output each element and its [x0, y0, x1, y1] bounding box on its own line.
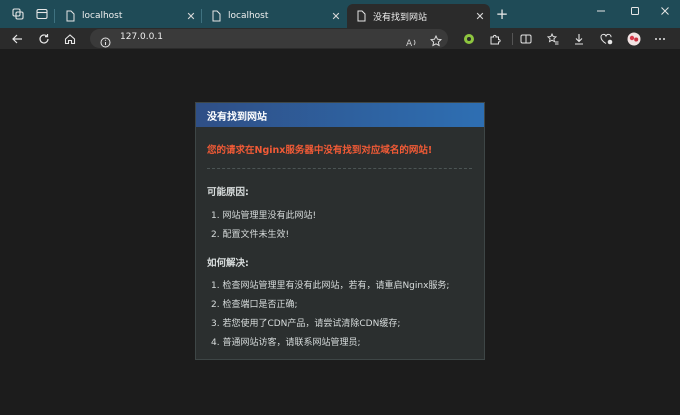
- panel-title: 没有找到网站: [196, 103, 484, 127]
- tab-title: 没有找到网站: [373, 12, 428, 23]
- svg-text:A: A: [406, 39, 413, 48]
- tab-separator: [54, 9, 55, 23]
- address-bar[interactable]: 127.0.0.1 A: [90, 29, 448, 49]
- browser-toolbar: 127.0.0.1 A: [0, 28, 680, 49]
- tab-strip: localhost ✕ localhost ✕ 没有找到网站 ✕ +: [0, 0, 680, 28]
- extension-green-icon[interactable]: [459, 29, 479, 49]
- new-tab-button[interactable]: +: [494, 6, 510, 22]
- toolbar-divider: [512, 33, 513, 45]
- tab-title: localhost: [228, 11, 269, 21]
- solution-item: 4. 普通网站访客，请联系网站管理员;: [211, 338, 361, 348]
- workspaces-icon[interactable]: [9, 5, 27, 23]
- close-window-icon[interactable]: [648, 0, 680, 22]
- solution-item: 2. 检查端口是否正确;: [211, 300, 298, 310]
- tab-localhost-1[interactable]: localhost ✕: [56, 4, 201, 28]
- minimize-icon[interactable]: [584, 0, 618, 22]
- tab-site-not-found[interactable]: 没有找到网站 ✕: [347, 4, 490, 28]
- extensions-puzzle-icon[interactable]: [485, 29, 505, 49]
- error-panel: 没有找到网站 您的请求在Nginx服务器中没有找到对应域名的网站! 可能原因: …: [195, 102, 485, 360]
- solution-item: 3. 若您使用了CDN产品，请尝试清除CDN缓存;: [211, 319, 401, 329]
- solutions-title: 如何解决:: [207, 258, 249, 269]
- home-icon[interactable]: [60, 29, 80, 49]
- url-text: 127.0.0.1: [120, 32, 163, 42]
- downloads-icon[interactable]: [569, 29, 589, 49]
- divider: [207, 168, 472, 169]
- close-tab-icon[interactable]: ✕: [181, 10, 201, 23]
- reasons-title: 可能原因:: [207, 187, 249, 198]
- solution-item: 1. 检查网站管理里有没有此网站，若有，请重启Nginx服务;: [211, 281, 450, 291]
- page-icon: [355, 10, 367, 22]
- tab-title: localhost: [82, 11, 123, 21]
- refresh-icon[interactable]: [34, 29, 54, 49]
- tab-localhost-2[interactable]: localhost ✕: [202, 4, 346, 28]
- tab-actions-icon[interactable]: [33, 5, 51, 23]
- page-icon: [64, 10, 76, 22]
- split-screen-icon[interactable]: [516, 29, 536, 49]
- close-tab-icon[interactable]: ✕: [470, 10, 490, 23]
- back-arrow-icon[interactable]: [7, 29, 27, 49]
- profile-avatar[interactable]: [624, 29, 644, 49]
- reason-item: 1. 网站管理里没有此网站!: [211, 211, 317, 221]
- maximize-icon[interactable]: [618, 0, 652, 22]
- close-tab-icon[interactable]: ✕: [326, 10, 346, 23]
- page-icon: [210, 10, 222, 22]
- reason-item: 2. 配置文件未生效!: [211, 230, 290, 240]
- favorites-icon[interactable]: [543, 29, 563, 49]
- error-message: 您的请求在Nginx服务器中没有找到对应域名的网站!: [207, 145, 433, 156]
- browser-essentials-icon[interactable]: [596, 29, 616, 49]
- more-options-icon[interactable]: [650, 29, 670, 49]
